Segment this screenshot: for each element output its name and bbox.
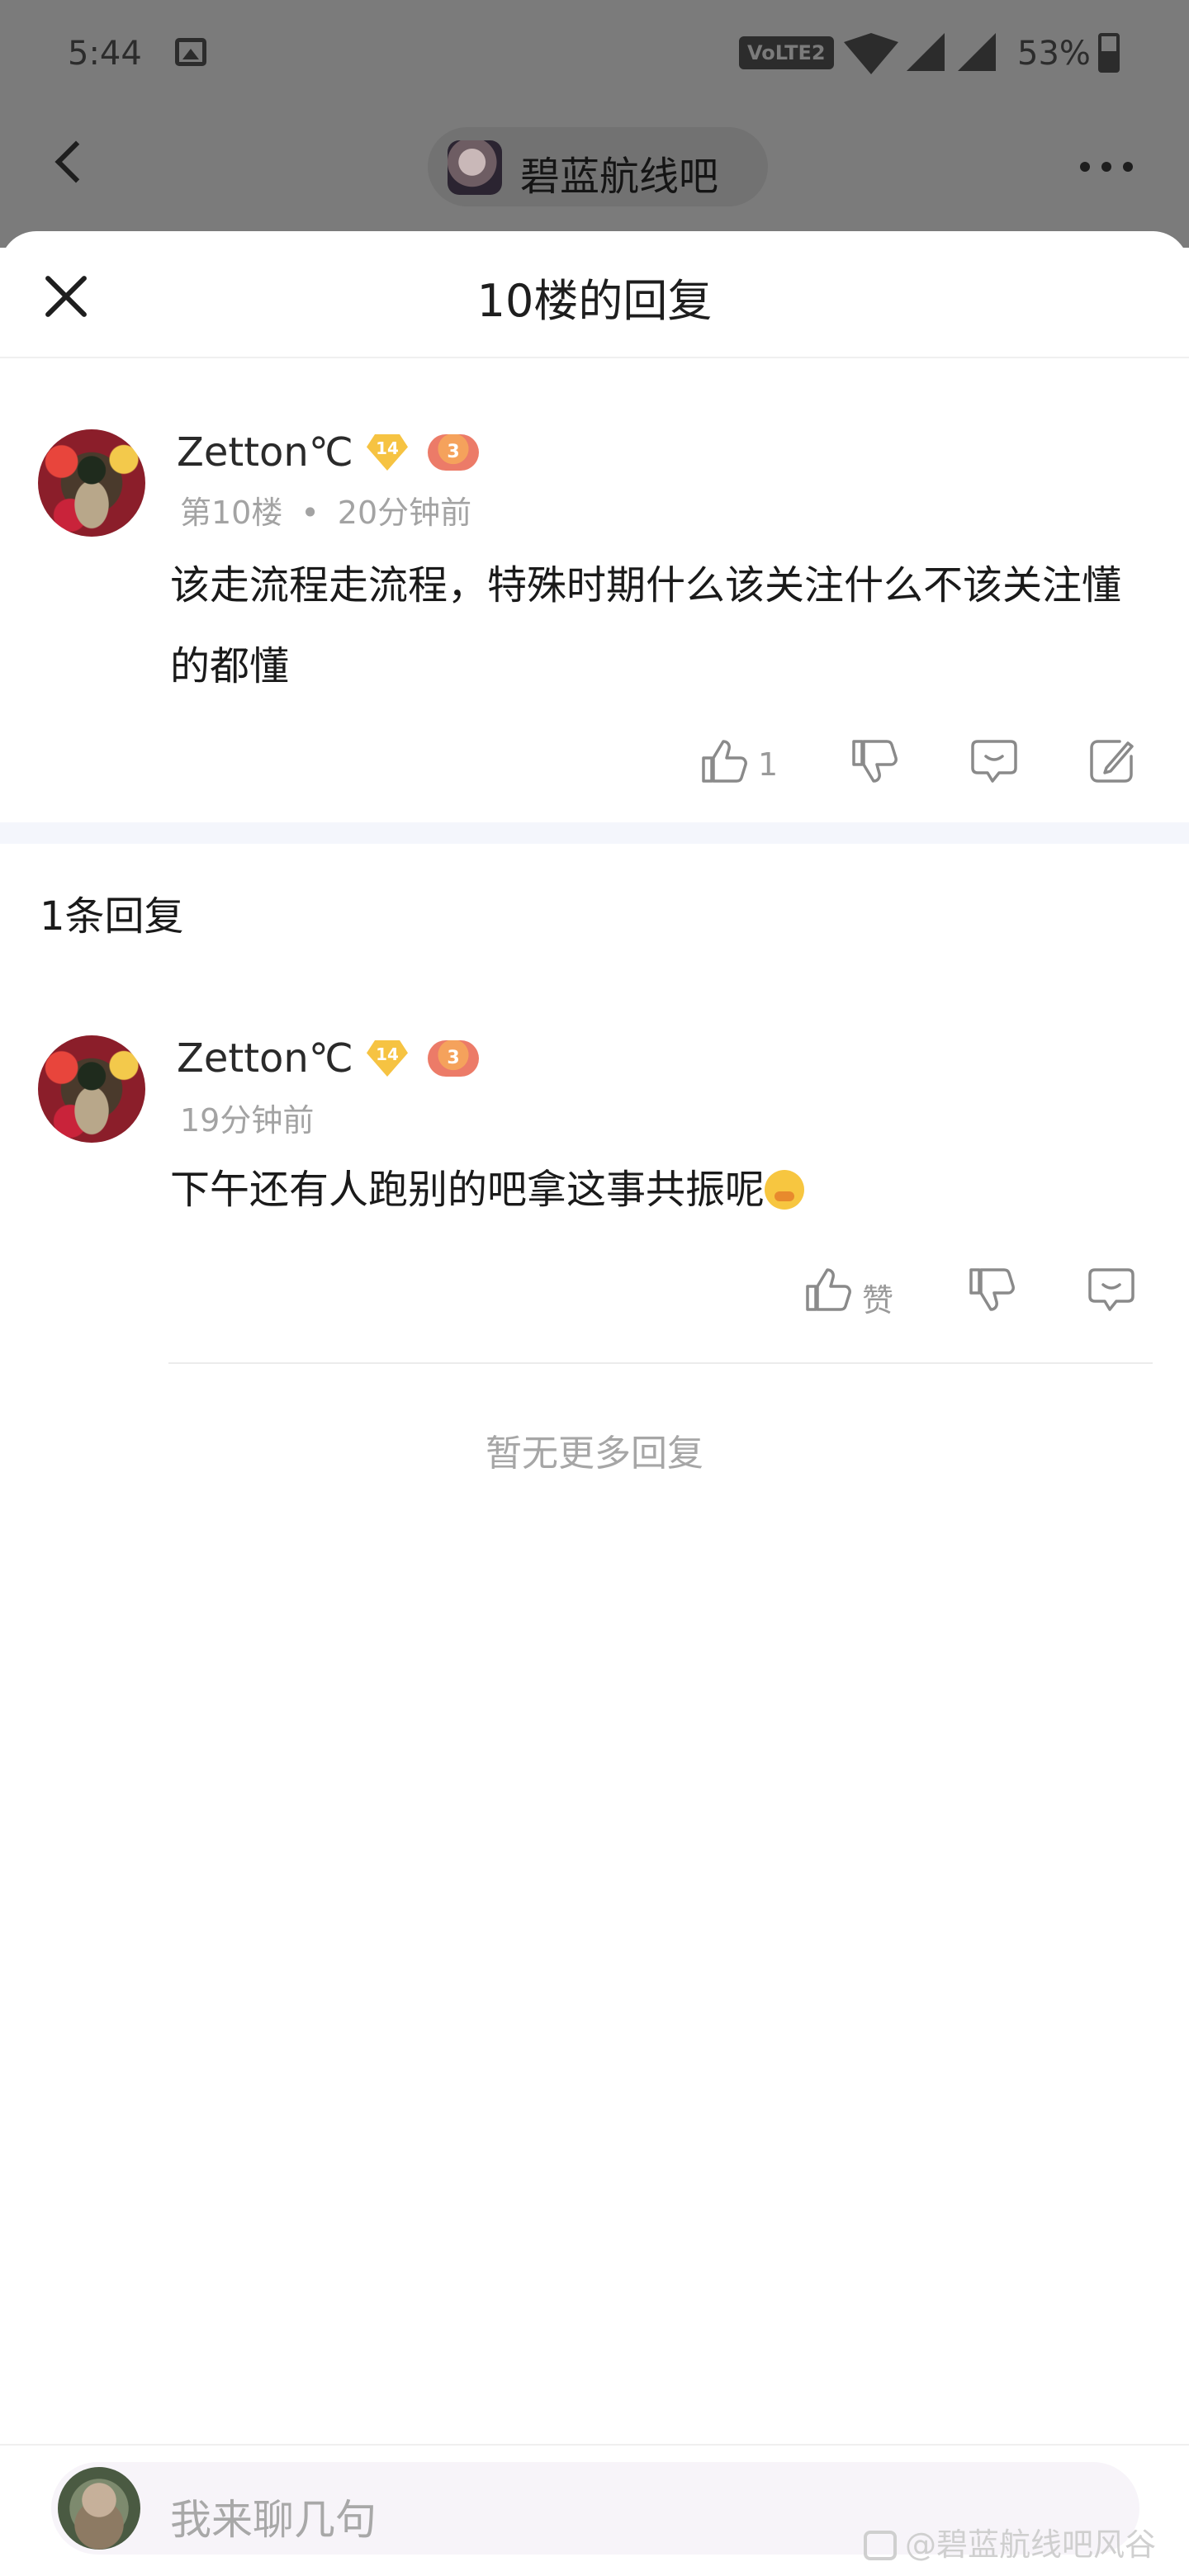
thumbs-down-icon xyxy=(969,1268,1015,1311)
post-time: 20分钟前 xyxy=(337,495,472,531)
background-app: 5:44 VoLTE2 53% 碧蓝航线吧 xyxy=(0,0,1189,248)
game-badge: 3 xyxy=(428,1040,479,1077)
reply-time: 19分钟前 xyxy=(180,1102,315,1139)
level-badge: 14 xyxy=(367,434,408,471)
signal-icon xyxy=(907,33,945,71)
comment-button[interactable] xyxy=(969,736,1019,794)
wifi-icon xyxy=(844,33,898,74)
edit-icon xyxy=(1090,740,1134,783)
sheet-title: 10楼的回复 xyxy=(476,275,713,327)
edit-button[interactable] xyxy=(1087,736,1136,794)
comment-icon xyxy=(1088,1268,1135,1311)
like-button[interactable]: 赞 xyxy=(803,1265,910,1323)
username[interactable]: Zetton℃ xyxy=(177,429,353,476)
floor-label: 第10楼 xyxy=(180,495,283,531)
comment-input-bar: 我来聊几句 @碧蓝航线吧风谷 xyxy=(0,2444,1189,2576)
level-badge: 14 xyxy=(367,1040,408,1077)
battery-percentage: 53% xyxy=(1017,35,1091,73)
comment-button[interactable] xyxy=(1087,1265,1136,1323)
post-content[interactable]: 该走流程走流程，特殊时期什么该关注什么不该关注懂的都懂 xyxy=(170,545,1153,707)
section-divider xyxy=(0,822,1189,844)
watermark-text: @碧蓝航线吧风谷 xyxy=(904,2526,1156,2563)
meta-separator: • xyxy=(301,495,320,531)
dislike-button[interactable] xyxy=(849,736,898,794)
dislike-button[interactable] xyxy=(966,1265,1016,1323)
input-placeholder: 我来聊几句 xyxy=(170,2496,377,2544)
thumbs-up-icon xyxy=(702,740,747,783)
reply-sheet: 10楼的回复 Zetton℃ 14 3 第10楼 • 20分钟前 该走流程走流程，特… xyxy=(0,231,1189,2576)
like-label: 赞 xyxy=(862,1282,894,1319)
avatar[interactable] xyxy=(38,1035,145,1143)
post-meta: 第10楼 • 20分钟前 xyxy=(180,487,471,533)
signal-icon xyxy=(958,33,996,71)
forum-title-pill[interactable]: 碧蓝航线吧 xyxy=(428,127,768,206)
volte-badge: VoLTE2 xyxy=(739,36,834,69)
no-more-replies: 暂无更多回复 xyxy=(486,1432,703,1475)
chevron-left-icon[interactable] xyxy=(54,140,97,183)
comment-icon xyxy=(971,740,1017,783)
more-dots-icon[interactable] xyxy=(1080,162,1133,172)
reply-text: 下午还有人跑别的吧拿这事共振呢 xyxy=(170,1167,765,1213)
avatar[interactable] xyxy=(38,429,145,537)
thumbs-up-icon xyxy=(806,1268,851,1311)
forum-avatar xyxy=(448,140,502,195)
forum-name: 碧蓝航线吧 xyxy=(520,154,719,200)
like-count: 1 xyxy=(758,746,779,783)
gallery-icon xyxy=(175,38,206,66)
game-badge: 3 xyxy=(428,434,479,471)
status-time: 5:44 xyxy=(68,35,142,73)
reply-count: 1条回复 xyxy=(40,893,184,940)
battery-icon xyxy=(1098,33,1120,73)
like-button[interactable]: 1 xyxy=(699,736,798,794)
status-bar: 5:44 VoLTE2 53% xyxy=(0,0,1189,107)
thumbs-down-icon xyxy=(852,740,898,783)
my-avatar xyxy=(58,2467,140,2550)
reply-divider xyxy=(168,1362,1153,1364)
sheet-header: 10楼的回复 xyxy=(0,231,1189,358)
reply-content[interactable]: 下午还有人跑别的吧拿这事共振呢 xyxy=(170,1149,1153,1230)
username[interactable]: Zetton℃ xyxy=(177,1035,353,1082)
emoji-icon xyxy=(765,1170,805,1210)
watermark: @碧蓝航线吧风谷 xyxy=(863,2519,1156,2564)
watermark-icon xyxy=(863,2531,897,2560)
